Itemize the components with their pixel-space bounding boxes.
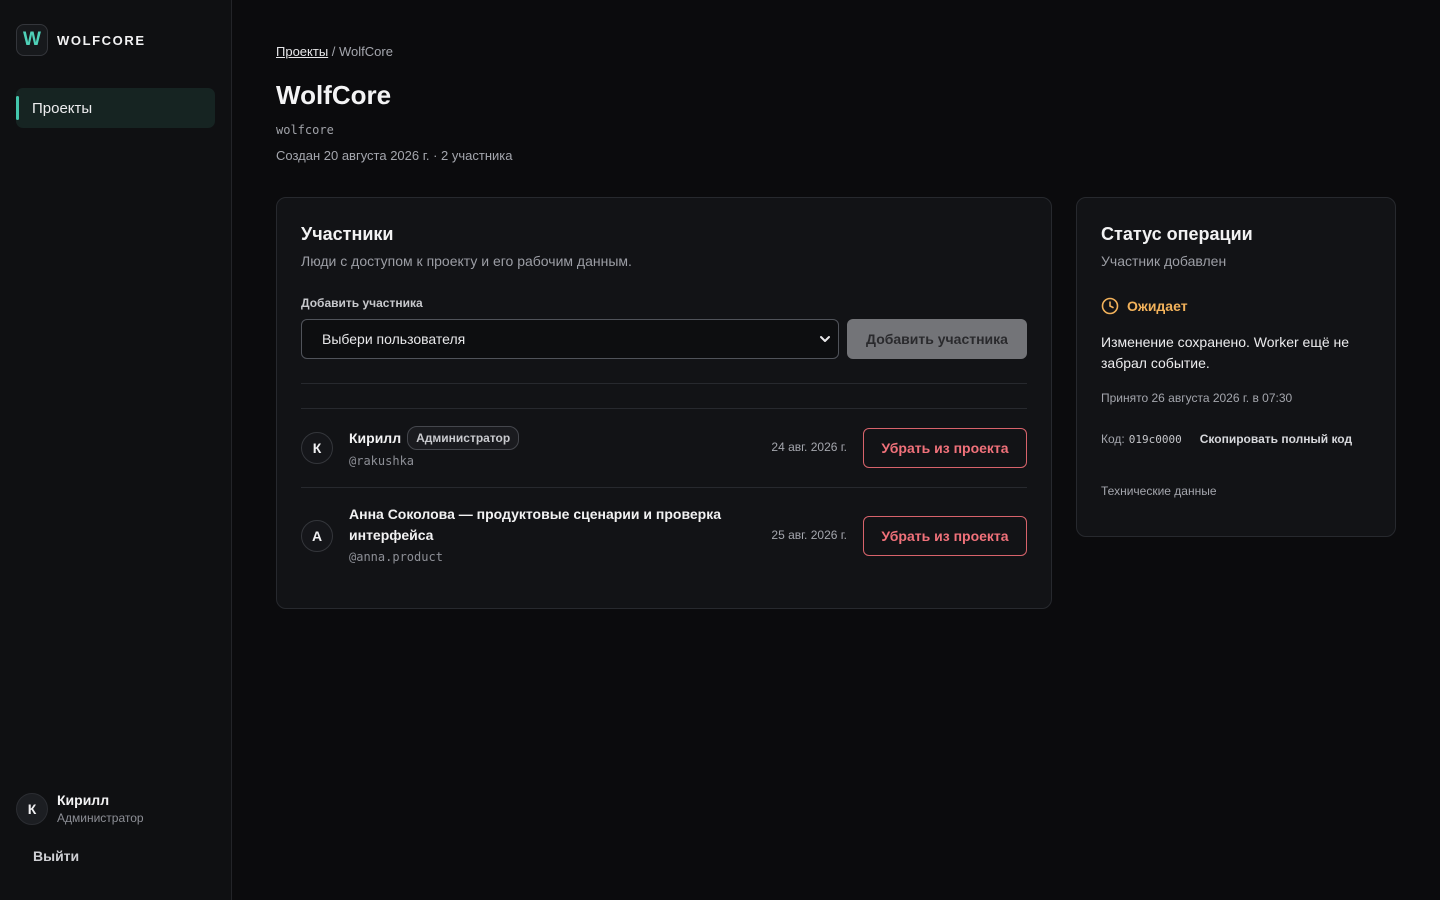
role-badge: Администратор xyxy=(407,426,520,450)
sidebar-item-projects[interactable]: Проекты xyxy=(16,88,215,128)
breadcrumb-projects-link[interactable]: Проекты xyxy=(276,44,328,59)
table-row: А Анна Соколова — продуктовые сценарии и… xyxy=(301,488,1027,584)
operation-code: Код: 019c0000 Скопировать полный код xyxy=(1101,432,1352,446)
avatar: К xyxy=(16,792,48,825)
member-handle: @anna.product xyxy=(349,550,443,564)
status-state: Ожидает xyxy=(1101,297,1188,315)
add-member-label: Добавить участника xyxy=(301,296,423,310)
brand-logo-icon: W xyxy=(16,24,48,56)
member-date: 24 авг. 2026 г. xyxy=(771,440,847,454)
status-subtitle: Участник добавлен xyxy=(1101,253,1227,269)
project-meta: Создан 20 августа 2026 г. · 2 участника xyxy=(276,148,513,163)
status-accepted-time: Принято 26 августа 2026 г. в 07:30 xyxy=(1101,391,1293,405)
brand[interactable]: W WOLFCORE xyxy=(16,24,146,56)
avatar: К xyxy=(301,432,333,464)
operation-status-card: Статус операции Участник добавлен Ожидае… xyxy=(1076,197,1396,537)
members-title: Участники xyxy=(301,224,394,244)
technical-data-toggle[interactable]: Технические данные xyxy=(1101,484,1217,498)
status-title: Статус операции xyxy=(1101,224,1253,244)
remove-member-button[interactable]: Убрать из проекта xyxy=(863,516,1027,556)
add-member-button[interactable]: Добавить участника xyxy=(847,319,1027,359)
member-handle: @rakushka xyxy=(349,454,415,468)
user-name: Кирилл xyxy=(57,792,110,808)
project-slug: wolfcore xyxy=(276,123,334,137)
code-label: Код: xyxy=(1101,432,1125,446)
divider xyxy=(301,383,1027,384)
table-row: К Кирилл Администратор @rakushka 24 авг. … xyxy=(301,409,1027,487)
remove-member-button[interactable]: Убрать из проекта xyxy=(863,428,1027,468)
sidebar-item-label: Проекты xyxy=(32,99,93,117)
avatar: А xyxy=(301,520,333,552)
chevron-down-icon xyxy=(820,336,830,342)
sidebar: W WOLFCORE Проекты К Кирилл Администрато… xyxy=(0,0,232,900)
members-card: Участники Люди с доступом к проекту и ег… xyxy=(276,197,1052,609)
page-title: WolfCore xyxy=(276,80,392,110)
member-name: Кирилл Администратор xyxy=(349,426,520,450)
current-user: К Кирилл Администратор xyxy=(16,792,144,825)
user-role: Администратор xyxy=(57,811,144,825)
user-select-value: Выбери пользователя xyxy=(322,331,466,347)
members-subtitle: Люди с доступом к проекту и его рабочим … xyxy=(301,253,632,269)
member-date: 25 авг. 2026 г. xyxy=(771,528,847,542)
member-name-text: Кирилл xyxy=(349,430,402,446)
status-description: Изменение сохранено. Worker ещё не забра… xyxy=(1101,334,1350,371)
member-name: Анна Соколова — продуктовые сценарии и п… xyxy=(349,506,722,543)
copy-code-link[interactable]: Скопировать полный код xyxy=(1200,432,1352,446)
breadcrumb-current: WolfCore xyxy=(339,44,393,59)
clock-icon xyxy=(1101,297,1119,315)
code-value: 019c0000 xyxy=(1128,432,1182,446)
breadcrumb-separator: / xyxy=(328,44,340,59)
status-state-label: Ожидает xyxy=(1127,298,1188,314)
breadcrumb: Проекты / WolfCore xyxy=(276,44,393,59)
user-select[interactable]: Выбери пользователя xyxy=(301,319,839,359)
brand-name: WOLFCORE xyxy=(57,32,146,48)
logout-button[interactable]: Выйти xyxy=(33,848,79,864)
